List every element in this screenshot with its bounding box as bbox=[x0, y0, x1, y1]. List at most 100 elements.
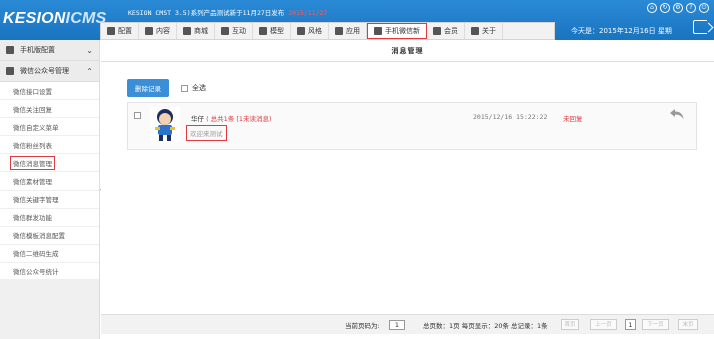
menu-label: 会员 bbox=[444, 27, 458, 35]
tag-icon bbox=[297, 27, 305, 35]
sidebar-item[interactable]: 微信模板消息配置 bbox=[0, 227, 99, 245]
last-page-button[interactable]: 末页 bbox=[678, 319, 698, 330]
page-number-button[interactable]: 1 bbox=[625, 319, 636, 330]
sidebar-filler bbox=[0, 279, 99, 339]
page-title: 消息管理 bbox=[101, 40, 714, 62]
sidebar-item[interactable]: 微信接口设置 bbox=[0, 82, 99, 101]
menu-item-shop[interactable]: 商城 bbox=[177, 23, 215, 39]
sidebar-group-wechat[interactable]: 微信公众号管理 ⌃ bbox=[0, 61, 99, 82]
sidebar-item[interactable]: 微信二维码生成 bbox=[0, 245, 99, 263]
chat-icon bbox=[6, 67, 14, 75]
current-page-label: 当前页码为: bbox=[345, 321, 380, 330]
menu-item-mobile-wechat[interactable]: 手机微信新 bbox=[367, 23, 427, 39]
menu-item-members[interactable]: 会员 bbox=[427, 23, 465, 39]
delete-records-button[interactable]: 删除记录 bbox=[127, 79, 169, 97]
shop-icon bbox=[183, 27, 191, 35]
sidebar-item[interactable]: 微信自定义菜单 bbox=[0, 118, 99, 137]
sidebar-item[interactable]: 微信群发功能 bbox=[0, 209, 99, 227]
reply-icon[interactable] bbox=[670, 109, 684, 119]
message-count: ( 总共1条 [1未读消息) bbox=[206, 115, 272, 123]
sidebar-list: 微信接口设置 微信关注回复 微信自定义菜单 微信粉丝列表 微信消息管理 微信素材… bbox=[0, 82, 99, 282]
sidebar-item-label: 微信群发功能 bbox=[13, 214, 52, 223]
sidebar-item-label: 微信接口设置 bbox=[13, 87, 52, 96]
toolbar: 删除记录 全选 bbox=[127, 79, 206, 97]
message-checkbox[interactable] bbox=[134, 112, 141, 119]
menu-label: 风格 bbox=[308, 27, 322, 35]
prev-page-button[interactable]: 上一页 bbox=[590, 319, 617, 330]
sidebar-item[interactable]: 微信关注回复 bbox=[0, 100, 99, 119]
power-icon[interactable]: ⏻ bbox=[699, 3, 709, 13]
menu-label: 关于 bbox=[482, 27, 496, 35]
menu-item-model[interactable]: 模型 bbox=[253, 23, 291, 39]
users-icon bbox=[221, 27, 229, 35]
main-content: 消息管理 删除记录 全选 华仔 ( 总共1条 [1未读消息) 欢迎来测试 201… bbox=[101, 40, 714, 339]
sidebar-item-label: 微信自定义菜单 bbox=[13, 123, 59, 132]
menu-item-interact[interactable]: 互动 bbox=[215, 23, 253, 39]
header-icon-group: ⌂ ↻ ⚙ ? ⏻ bbox=[647, 3, 709, 13]
notice-text: KESION CMST 3.5)系列产品测试新于11月27日发布 bbox=[128, 9, 285, 17]
message-text: 欢迎来测试 bbox=[186, 125, 227, 141]
sidebar-item-label: 微信关键字管理 bbox=[13, 196, 59, 205]
sidebar-item[interactable]: 微信素材管理 bbox=[0, 172, 99, 191]
menu-icon bbox=[471, 27, 479, 35]
menu-label: 手机微信新 bbox=[385, 27, 420, 35]
sidebar-item-label: 微信素材管理 bbox=[13, 178, 52, 187]
sidebar-group-label: 手机版配置 bbox=[20, 46, 55, 54]
menu-item-about[interactable]: 关于 bbox=[465, 23, 503, 39]
user-icon bbox=[433, 27, 441, 35]
settings-icon[interactable]: ⚙ bbox=[673, 3, 683, 13]
sidebar-item-label: 微信模板消息配置 bbox=[13, 232, 65, 241]
menu-item-apps[interactable]: 应用 bbox=[329, 23, 367, 39]
message-row: 华仔 ( 总共1条 [1未读消息) 欢迎来测试 2015/12/16 15:22… bbox=[127, 102, 697, 150]
next-page-button[interactable]: 下一页 bbox=[642, 319, 669, 330]
sidebar-item-label: 微信粉丝列表 bbox=[13, 141, 52, 150]
document-icon bbox=[145, 27, 153, 35]
page-stats: 总页数：1页 每页显示：20条 总记录：1条 bbox=[423, 321, 548, 330]
pagination-bar: 当前页码为: 1 总页数：1页 每页显示：20条 总记录：1条 首页 上一页 1… bbox=[101, 314, 714, 334]
sender-name: 华仔 bbox=[191, 115, 204, 123]
menu-label: 互动 bbox=[232, 27, 246, 35]
menu-item-content[interactable]: 内容 bbox=[139, 23, 177, 39]
logo[interactable]: KESIONICMS bbox=[3, 10, 106, 30]
menu-item-style[interactable]: 风格 bbox=[291, 23, 329, 39]
select-all[interactable]: 全选 bbox=[181, 83, 206, 93]
list-icon bbox=[374, 27, 382, 35]
sidebar-item-label: 微信消息管理 bbox=[10, 155, 55, 170]
avatar bbox=[150, 107, 180, 143]
date-greeting: 今天是：2015年12月16日 星期 bbox=[571, 27, 672, 35]
menu-item-config[interactable]: 配置 bbox=[101, 23, 139, 39]
grid-icon bbox=[259, 27, 267, 35]
logo-main: KESION bbox=[3, 10, 66, 27]
message-sender[interactable]: 华仔 ( 总共1条 [1未读消息) bbox=[191, 113, 272, 123]
current-page-input[interactable]: 1 bbox=[389, 319, 405, 330]
select-all-label: 全选 bbox=[192, 84, 206, 92]
sidebar-item[interactable]: 微信粉丝列表 bbox=[0, 136, 99, 155]
notice-date: 2015/11/27 bbox=[288, 9, 328, 17]
chevron-up-icon: ⌃ bbox=[86, 66, 93, 76]
sidebar-item-label: 微信公众号统计 bbox=[13, 268, 59, 277]
first-page-button[interactable]: 首页 bbox=[561, 319, 579, 330]
sidebar: 手机版配置 ⌄ 微信公众号管理 ⌃ 微信接口设置 微信关注回复 微信自定义菜单 … bbox=[0, 40, 100, 339]
select-all-checkbox[interactable] bbox=[181, 84, 188, 92]
top-menu: 配置 内容 商城 互动 模型 风格 应用 手机微信新 会员 关于 bbox=[100, 22, 555, 40]
message-time: 2015/12/16 15:22:22 bbox=[473, 113, 548, 121]
chevron-down-icon: ⌄ bbox=[86, 45, 93, 55]
home-icon[interactable]: ⌂ bbox=[647, 3, 657, 13]
gear-icon bbox=[107, 27, 115, 35]
menu-label: 模型 bbox=[270, 27, 284, 35]
sidebar-item[interactable]: 微信关键字管理 bbox=[0, 191, 99, 209]
reply-status: 未回复 bbox=[563, 115, 583, 123]
help-icon[interactable]: ? bbox=[686, 3, 696, 13]
sidebar-group-label: 微信公众号管理 bbox=[20, 67, 69, 75]
sidebar-item-label: 微信二维码生成 bbox=[13, 250, 59, 259]
sidebar-item-label: 微信关注回复 bbox=[13, 105, 52, 114]
sidebar-item-message-management[interactable]: 微信消息管理 bbox=[0, 154, 99, 173]
release-notice[interactable]: KESION CMST 3.5)系列产品测试新于11月27日发布 2015/11… bbox=[128, 7, 327, 17]
menu-label: 商城 bbox=[194, 27, 208, 35]
menu-label: 内容 bbox=[156, 27, 170, 35]
menu-label: 应用 bbox=[346, 27, 360, 35]
sidebar-group-mobile-config[interactable]: 手机版配置 ⌄ bbox=[0, 40, 99, 61]
refresh-icon[interactable]: ↻ bbox=[660, 3, 670, 13]
logout-icon[interactable] bbox=[693, 20, 707, 34]
monitor-icon bbox=[335, 27, 343, 35]
